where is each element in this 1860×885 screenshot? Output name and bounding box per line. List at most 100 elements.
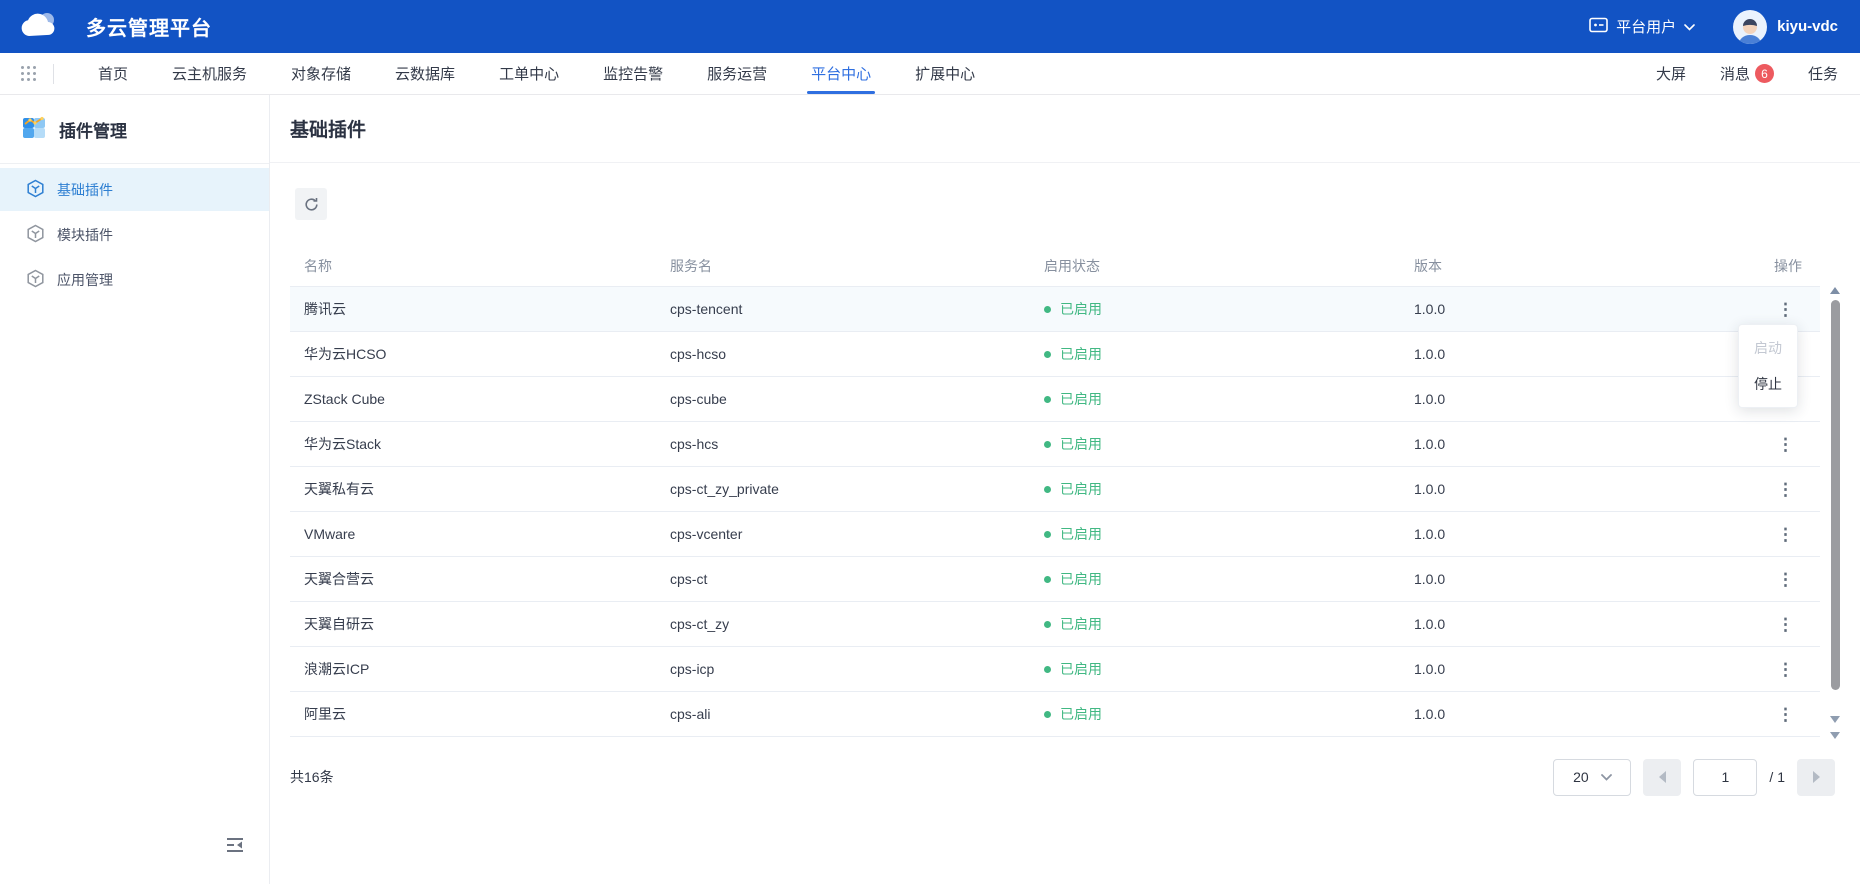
status-dot-icon [1044, 666, 1051, 673]
table-row-9: 阿里云cps-ali已启用1.0.0 ⋮ [290, 692, 1820, 737]
sidebar-item-1[interactable]: 模块插件 [0, 213, 269, 256]
row-actions-kebab-icon[interactable]: ⋮ [1769, 657, 1802, 682]
chevron-down-icon [1601, 774, 1612, 781]
cell-service: cps-icp [670, 661, 1044, 677]
row-actions-kebab-icon[interactable]: ⋮ [1769, 567, 1802, 592]
nav-tab-8[interactable]: 扩展中心 [893, 53, 997, 94]
cell-status: 已启用 [1044, 434, 1414, 454]
status-dot-icon [1044, 711, 1051, 718]
row-actions-kebab-icon[interactable]: ⋮ [1769, 432, 1802, 457]
cell-version: 1.0.0 [1414, 661, 1680, 677]
page-number-input[interactable] [1693, 759, 1757, 796]
status-dot-icon [1044, 351, 1051, 358]
column-header-4: 操作 [1680, 256, 1820, 276]
main-panel: 基础插件 名称服务名启用状态版本操作 腾讯云cps-tencent已启用1.0.… [270, 95, 1860, 884]
column-header-0: 名称 [290, 256, 670, 276]
column-header-3: 版本 [1414, 256, 1680, 276]
app-grid-icon[interactable] [20, 65, 37, 82]
table-row-4: 天翼私有云cps-ct_zy_private已启用1.0.0⋮ [290, 467, 1820, 512]
username: kiyu-vdc [1777, 18, 1838, 35]
next-page-button[interactable] [1797, 759, 1835, 796]
nav-tab-6[interactable]: 服务运营 [685, 53, 789, 94]
table-row-0: 腾讯云cps-tencent已启用1.0.0⋮ [290, 287, 1820, 332]
refresh-button[interactable] [295, 188, 327, 220]
page-title: 基础插件 [290, 115, 366, 142]
cell-name: 腾讯云 [290, 299, 670, 319]
row-actions-kebab-icon[interactable]: ⋮ [1769, 477, 1802, 502]
main-navbar: 首页云主机服务对象存储云数据库工单中心监控告警服务运营平台中心扩展中心 大屏 消… [0, 53, 1860, 95]
nav-tab-1[interactable]: 云主机服务 [150, 53, 269, 94]
sidebar-item-0[interactable]: 基础插件 [0, 168, 269, 211]
status-dot-icon [1044, 576, 1051, 583]
id-card-icon [1589, 17, 1608, 37]
scroll-down-icon[interactable] [1830, 732, 1840, 739]
table-row-8: 浪潮云ICPcps-icp已启用1.0.0⋮ [290, 647, 1820, 692]
sidebar-collapse-icon[interactable] [225, 837, 245, 858]
cell-version: 1.0.0 [1414, 571, 1680, 587]
nav-messages[interactable]: 消息 6 [1720, 63, 1774, 84]
cell-version: 1.0.0 [1414, 436, 1680, 452]
platform-user-menu[interactable]: 平台用户 [1589, 16, 1695, 37]
app-logo-cloud-icon [18, 9, 64, 45]
nav-divider [53, 64, 54, 84]
cell-version: 1.0.0 [1414, 526, 1680, 542]
table-row-3: 华为云Stackcps-hcs已启用1.0.0⋮ [290, 422, 1820, 467]
menu-item-1[interactable]: 停止 [1739, 366, 1797, 402]
column-header-1: 服务名 [670, 256, 1044, 276]
sidebar-header: 插件管理 [0, 95, 269, 164]
cell-service: cps-ali [670, 706, 1044, 722]
nav-tab-7[interactable]: 平台中心 [789, 53, 893, 94]
avatar [1733, 10, 1767, 44]
table-row-6: 天翼合营云cps-ct已启用1.0.0⋮ [290, 557, 1820, 602]
cell-service: cps-hcso [670, 346, 1044, 362]
scrollbar-thumb[interactable] [1831, 300, 1840, 690]
next-arrow-icon [1813, 771, 1820, 783]
cell-name: 天翼自研云 [290, 614, 670, 634]
user-account[interactable]: kiyu-vdc [1733, 10, 1838, 44]
cell-status: 已启用 [1044, 614, 1414, 634]
cell-name: 天翼私有云 [290, 479, 670, 499]
status-dot-icon [1044, 306, 1051, 313]
platform-user-label: 平台用户 [1616, 16, 1676, 37]
cell-name: 阿里云 [290, 704, 670, 724]
prev-page-button[interactable] [1643, 759, 1681, 796]
nav-bigscreen[interactable]: 大屏 [1656, 63, 1686, 84]
plugin-manager-icon [22, 115, 46, 144]
cell-version: 1.0.0 [1414, 616, 1680, 632]
nav-tab-5[interactable]: 监控告警 [581, 53, 685, 94]
page-size-select[interactable]: 20 [1553, 759, 1631, 796]
scroll-down-icon[interactable] [1830, 716, 1840, 723]
chevron-down-icon [1684, 18, 1695, 35]
row-actions-kebab-icon[interactable]: ⋮ [1769, 522, 1802, 547]
cell-status: 已启用 [1044, 524, 1414, 544]
nav-tab-0[interactable]: 首页 [76, 53, 150, 94]
row-actions-kebab-icon[interactable]: ⋮ [1769, 702, 1802, 727]
cell-status: 已启用 [1044, 569, 1414, 589]
message-count-badge: 6 [1755, 64, 1774, 83]
sidebar-items: 基础插件 模块插件 应用管理 [0, 168, 269, 301]
table-row-7: 天翼自研云cps-ct_zy已启用1.0.0 ⋮ [290, 602, 1820, 647]
scroll-up-icon[interactable] [1830, 287, 1840, 294]
cell-service: cps-tencent [670, 301, 1044, 317]
cell-version: 1.0.0 [1414, 706, 1680, 722]
cell-status: 已启用 [1044, 389, 1414, 409]
total-count: 共16条 [290, 767, 334, 787]
status-dot-icon [1044, 621, 1051, 628]
cell-version: 1.0.0 [1414, 346, 1680, 362]
cell-status: 已启用 [1044, 704, 1414, 724]
nav-tab-2[interactable]: 对象存储 [269, 53, 373, 94]
cell-service: cps-ct_zy_private [670, 481, 1044, 497]
status-dot-icon [1044, 396, 1051, 403]
row-actions-kebab-icon[interactable]: ⋮ [1769, 612, 1802, 637]
row-actions-kebab-icon[interactable]: ⋮ [1769, 297, 1802, 322]
nav-tab-4[interactable]: 工单中心 [477, 53, 581, 94]
nav-tab-3[interactable]: 云数据库 [373, 53, 477, 94]
sidebar-item-2[interactable]: 应用管理 [0, 258, 269, 301]
nav-tasks[interactable]: 任务 [1808, 63, 1838, 84]
table-scrollbar [1829, 287, 1842, 742]
app-title: 多云管理平台 [86, 12, 212, 41]
cell-service: cps-hcs [670, 436, 1044, 452]
cell-status: 已启用 [1044, 659, 1414, 679]
cell-service: cps-ct_zy [670, 616, 1044, 632]
table-row-1: 华为云HCSOcps-hcso已启用1.0.0⋮ [290, 332, 1820, 377]
